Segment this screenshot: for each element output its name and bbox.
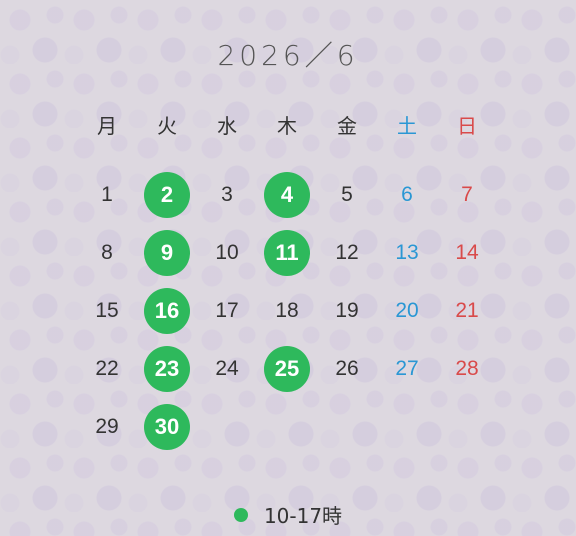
calendar-day-number: 19 bbox=[335, 299, 359, 322]
calendar-title: 2026／6 bbox=[217, 39, 359, 72]
weekday-sat: 土 bbox=[397, 114, 417, 138]
calendar-day[interactable]: 14 bbox=[437, 224, 497, 282]
calendar-day[interactable]: 5 bbox=[317, 166, 377, 224]
calendar-day-number: 18 bbox=[275, 299, 299, 322]
calendar-day[interactable]: 15 bbox=[77, 282, 137, 340]
calendar-day-empty bbox=[317, 398, 377, 456]
calendar-day-number: 23 bbox=[144, 346, 190, 392]
calendar-day-number: 27 bbox=[395, 357, 419, 380]
calendar-day[interactable]: 23 bbox=[137, 340, 197, 398]
calendar-day-number: 1 bbox=[101, 183, 113, 206]
calendar-day[interactable]: 30 bbox=[137, 398, 197, 456]
calendar-day[interactable]: 9 bbox=[137, 224, 197, 282]
calendar-day[interactable]: 12 bbox=[317, 224, 377, 282]
calendar-day-number: 9 bbox=[144, 230, 190, 276]
calendar-day[interactable]: 10 bbox=[197, 224, 257, 282]
calendar-day-number: 7 bbox=[461, 183, 473, 206]
calendar-day-empty bbox=[437, 398, 497, 456]
calendar-day-number: 26 bbox=[335, 357, 359, 380]
calendar-grid: 月 火 水 木 金 土 日 1 2 3 4 5 6 7 8 9 10 11 12 13 14 15 16 17 1… bbox=[77, 108, 498, 456]
weekday-wed: 水 bbox=[217, 114, 237, 138]
calendar-day-number: 24 bbox=[215, 357, 239, 380]
calendar-day[interactable]: 16 bbox=[137, 282, 197, 340]
weekday-sun: 日 bbox=[457, 114, 477, 138]
calendar-day[interactable]: 22 bbox=[77, 340, 137, 398]
calendar-day-number: 14 bbox=[455, 241, 479, 264]
weekday-thu: 木 bbox=[277, 114, 297, 138]
calendar-day[interactable]: 26 bbox=[317, 340, 377, 398]
calendar-day[interactable]: 25 bbox=[257, 340, 317, 398]
calendar-day-empty bbox=[197, 398, 257, 456]
calendar-day[interactable]: 2 bbox=[137, 166, 197, 224]
calendar-day-number: 10 bbox=[215, 241, 239, 264]
weekday-tue: 火 bbox=[157, 114, 177, 138]
calendar-day-number: 28 bbox=[455, 357, 479, 380]
calendar-day-number: 29 bbox=[95, 415, 119, 438]
calendar-day-number: 17 bbox=[215, 299, 239, 322]
calendar-day-number: 15 bbox=[95, 299, 119, 322]
calendar-day-number: 6 bbox=[401, 183, 413, 206]
calendar-day-number: 3 bbox=[221, 183, 233, 206]
calendar-day[interactable]: 27 bbox=[377, 340, 437, 398]
calendar-day-number: 12 bbox=[335, 241, 359, 264]
calendar-day-number: 11 bbox=[264, 230, 310, 276]
calendar-day-number: 20 bbox=[395, 299, 419, 322]
calendar-day-number: 8 bbox=[101, 241, 113, 264]
calendar-day[interactable]: 18 bbox=[257, 282, 317, 340]
calendar-day-number: 30 bbox=[144, 404, 190, 450]
calendar-day[interactable]: 7 bbox=[437, 166, 497, 224]
weekday-mon: 月 bbox=[97, 114, 117, 138]
calendar-day-number: 21 bbox=[455, 299, 479, 322]
calendar-day[interactable]: 6 bbox=[377, 166, 437, 224]
legend: 10-17時 bbox=[0, 500, 576, 529]
legend-dot-icon bbox=[233, 507, 248, 522]
calendar-day-number: 16 bbox=[144, 288, 190, 334]
calendar-day-number: 5 bbox=[341, 183, 353, 206]
calendar-day[interactable]: 19 bbox=[317, 282, 377, 340]
calendar-day[interactable]: 8 bbox=[77, 224, 137, 282]
calendar-day-empty bbox=[377, 398, 437, 456]
calendar-day[interactable]: 11 bbox=[257, 224, 317, 282]
calendar-day[interactable]: 3 bbox=[197, 166, 257, 224]
calendar-day[interactable]: 13 bbox=[377, 224, 437, 282]
calendar-day-number: 4 bbox=[264, 172, 310, 218]
calendar-day[interactable]: 1 bbox=[77, 166, 137, 224]
legend-label: 10-17時 bbox=[263, 504, 343, 528]
calendar-day-empty bbox=[257, 398, 317, 456]
calendar-day[interactable]: 24 bbox=[197, 340, 257, 398]
calendar-day-number: 22 bbox=[95, 357, 119, 380]
calendar-day[interactable]: 28 bbox=[437, 340, 497, 398]
calendar-day-number: 13 bbox=[395, 241, 419, 264]
calendar-day[interactable]: 4 bbox=[257, 166, 317, 224]
calendar-day[interactable]: 21 bbox=[437, 282, 497, 340]
calendar-day[interactable]: 17 bbox=[197, 282, 257, 340]
calendar-day-number: 25 bbox=[264, 346, 310, 392]
calendar-day[interactable]: 29 bbox=[77, 398, 137, 456]
calendar-day-number: 2 bbox=[144, 172, 190, 218]
calendar-day[interactable]: 20 bbox=[377, 282, 437, 340]
weekday-fri: 金 bbox=[337, 114, 357, 138]
